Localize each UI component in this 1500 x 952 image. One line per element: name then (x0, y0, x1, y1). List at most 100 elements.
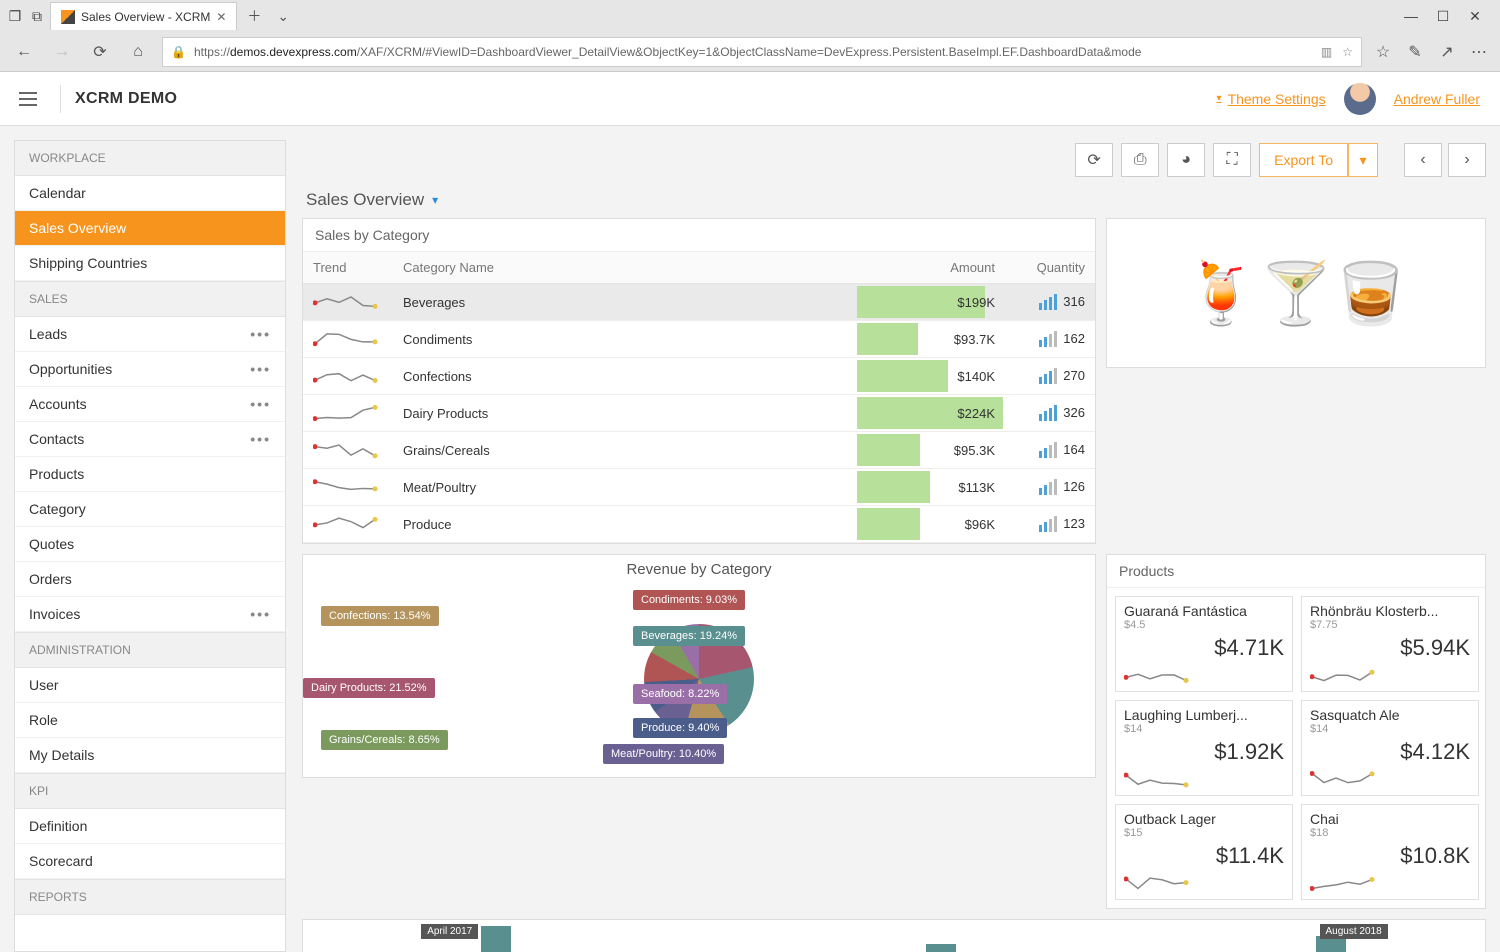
theme-settings-link[interactable]: Theme Settings (1217, 91, 1326, 107)
sidebar-item[interactable]: Shipping Countries (15, 246, 285, 281)
table-row[interactable]: Beverages $199K 316 (303, 284, 1095, 321)
sidebar-item[interactable]: Opportunities••• (15, 352, 285, 387)
col-quantity[interactable]: Quantity (1005, 252, 1095, 284)
product-card[interactable]: Rhönbräu Klosterb... $7.75 $5.94K (1301, 596, 1479, 692)
parameters-button[interactable]: ◕ (1167, 143, 1205, 177)
more-icon[interactable]: ⋯ (1468, 42, 1490, 62)
table-row[interactable]: Produce $96K 123 (303, 506, 1095, 543)
sidebar-item[interactable]: Role (15, 703, 285, 738)
refresh-dashboard-button[interactable]: ⟳ (1075, 143, 1113, 177)
quantity-cell: 270 (1005, 358, 1095, 395)
timeline-tag: August 2018 (1320, 924, 1388, 939)
category-name-cell: Meat/Poultry (393, 469, 855, 506)
window-close-icon[interactable]: ✕ (1466, 7, 1484, 25)
sidebar-section: WORKPLACE (15, 141, 285, 176)
tab-close-icon[interactable]: ✕ (216, 10, 226, 24)
product-card[interactable]: Outback Lager $15 $11.4K (1115, 804, 1293, 900)
pie-label[interactable]: Meat/Poultry: 10.40% (603, 744, 724, 764)
filter-icon[interactable]: ▾ (432, 193, 438, 207)
sidebar-item-label: Calendar (29, 185, 86, 201)
sidebar-item[interactable]: Quotes (15, 527, 285, 562)
sidebar-item[interactable]: Calendar (15, 176, 285, 211)
prev-page-button[interactable]: ‹ (1404, 143, 1442, 177)
favorites-icon[interactable]: ☆ (1372, 42, 1394, 62)
sidebar-item[interactable]: My Details (15, 738, 285, 773)
reader-icon[interactable]: ▥ (1321, 45, 1332, 59)
sidebar-item-label: Orders (29, 571, 72, 587)
timeline-bar[interactable] (480, 926, 530, 952)
sidebar-item[interactable]: Invoices••• (15, 597, 285, 632)
col-amount[interactable]: Amount (855, 252, 1005, 284)
next-page-button[interactable]: › (1448, 143, 1486, 177)
col-name[interactable]: Category Name (393, 252, 855, 284)
sidebar-item[interactable]: Accounts••• (15, 387, 285, 422)
sidebar-item[interactable]: Definition (15, 809, 285, 844)
back-button[interactable]: ← (10, 43, 38, 61)
window-maximize-icon[interactable]: ☐ (1434, 7, 1452, 25)
hamburger-button[interactable] (10, 81, 46, 117)
export-image-button[interactable]: ⎙ (1121, 143, 1159, 177)
tabstrip: ❐ ⧉ Sales Overview - XCRM ✕ ＋ ⌄ — ☐ ✕ (0, 0, 1500, 32)
product-card[interactable]: Sasquatch Ale $14 $4.12K (1301, 700, 1479, 796)
export-to-dropdown[interactable]: ▾ (1348, 143, 1378, 177)
fullscreen-button[interactable]: ⛶ (1213, 143, 1251, 177)
avatar[interactable] (1344, 83, 1376, 115)
refresh-button[interactable]: ⟳ (86, 42, 114, 62)
pie-label[interactable]: Grains/Cereals: 8.65% (321, 730, 448, 750)
window-minimize-icon[interactable]: — (1402, 7, 1420, 25)
sidebar-item[interactable]: Scorecard (15, 844, 285, 879)
table-row[interactable]: Dairy Products $224K 326 (303, 395, 1095, 432)
url-box[interactable]: 🔒 https://demos.devexpress.com/XAF/XCRM/… (162, 37, 1362, 67)
pie-label[interactable]: Confections: 13.54% (321, 606, 439, 626)
user-link[interactable]: Andrew Fuller (1394, 91, 1480, 107)
table-row[interactable]: Condiments $93.7K 162 (303, 321, 1095, 358)
product-value: $4.12K (1310, 739, 1470, 765)
table-row[interactable]: Meat/Poultry $113K 126 (303, 469, 1095, 506)
more-icon[interactable]: ••• (250, 431, 271, 447)
sidebar: WORKPLACE Calendar Sales OverviewShipping … (14, 140, 286, 952)
category-name-cell: Produce (393, 506, 855, 543)
product-card[interactable]: Chai $18 $10.8K (1301, 804, 1479, 900)
browser-tab[interactable]: Sales Overview - XCRM ✕ (50, 2, 237, 30)
more-icon[interactable]: ••• (250, 396, 271, 412)
sidebar-section: REPORTS (15, 879, 285, 915)
sidebar-item[interactable]: Products (15, 457, 285, 492)
new-tab-button[interactable]: ＋ (241, 6, 267, 26)
window-snap-icon[interactable]: ⧉ (28, 7, 46, 25)
product-card[interactable]: Guaraná Fantástica $4.5 $4.71K (1115, 596, 1293, 692)
sidebar-item[interactable]: User (15, 668, 285, 703)
ink-icon[interactable]: ✎ (1404, 42, 1426, 62)
sidebar-item-label: Definition (29, 818, 87, 834)
sidebar-item[interactable]: Sales Overview (15, 211, 285, 246)
sidebar-item[interactable]: Contacts••• (15, 422, 285, 457)
pie-label[interactable]: Condiments: 9.03% (633, 590, 745, 610)
bookmark-star-icon[interactable]: ☆ (1342, 45, 1353, 59)
sidebar-item[interactable]: Category (15, 492, 285, 527)
product-value: $4.71K (1124, 635, 1284, 661)
product-sparkline (1310, 663, 1470, 687)
table-row[interactable]: Confections $140K 270 (303, 358, 1095, 395)
table-row[interactable]: Grains/Cereals $95.3K 164 (303, 432, 1095, 469)
col-trend[interactable]: Trend (303, 252, 393, 284)
timeline-bar[interactable] (925, 944, 975, 952)
window-duplicate-icon[interactable]: ❐ (6, 7, 24, 25)
forward-button[interactable]: → (48, 43, 76, 61)
dashboard-toolbar: ⟳ ⎙ ◕ ⛶ Export To ▾ ‹ › (1075, 140, 1486, 180)
pie-label[interactable]: Produce: 9.40% (633, 718, 727, 738)
pie-label[interactable]: Dairy Products: 21.52% (303, 678, 435, 698)
more-icon[interactable]: ••• (250, 361, 271, 377)
pie-label[interactable]: Beverages: 19.24% (633, 626, 745, 646)
quantity-cell: 126 (1005, 469, 1095, 506)
quantity-cell: 326 (1005, 395, 1095, 432)
pie-label[interactable]: Seafood: 8.22% (633, 684, 727, 704)
more-icon[interactable]: ••• (250, 326, 271, 342)
export-to-button[interactable]: Export To (1259, 143, 1348, 177)
sidebar-item[interactable]: Orders (15, 562, 285, 597)
product-sparkline (1310, 767, 1470, 791)
tabs-dropdown-icon[interactable]: ⌄ (271, 8, 295, 25)
more-icon[interactable]: ••• (250, 606, 271, 622)
sidebar-item[interactable]: Leads••• (15, 317, 285, 352)
product-card[interactable]: Laughing Lumberj... $14 $1.92K (1115, 700, 1293, 796)
share-icon[interactable]: ↗ (1436, 42, 1458, 62)
home-button[interactable]: ⌂ (124, 43, 152, 61)
